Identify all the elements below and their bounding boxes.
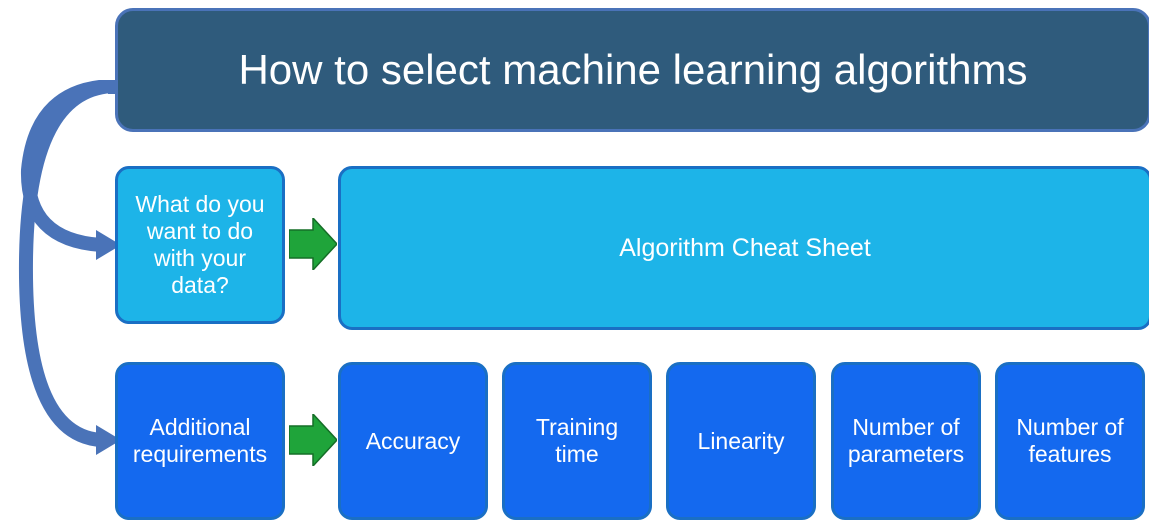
criteria-training-time: Training time — [502, 362, 652, 520]
cheat-sheet-box: Algorithm Cheat Sheet — [338, 166, 1149, 330]
question-box: What do you want to do with your data? — [115, 166, 285, 324]
criteria-parameters: Number of parameters — [831, 362, 981, 520]
criteria-accuracy: Accuracy — [338, 362, 488, 520]
question-text: What do you want to do with your data? — [126, 191, 274, 299]
additional-req-text: Additional requirements — [126, 414, 274, 468]
criteria-text: Number of parameters — [840, 414, 972, 468]
criteria-text: Training time — [511, 414, 643, 468]
green-arrow-1 — [289, 218, 337, 270]
green-arrow-2 — [289, 414, 337, 466]
curve-arrow-2 — [6, 80, 126, 460]
title-text: How to select machine learning algorithm… — [238, 46, 1027, 94]
criteria-features: Number of features — [995, 362, 1145, 520]
criteria-text: Linearity — [698, 428, 785, 455]
cheat-sheet-text: Algorithm Cheat Sheet — [619, 234, 871, 263]
criteria-linearity: Linearity — [666, 362, 816, 520]
criteria-text: Accuracy — [366, 428, 461, 455]
additional-req-box: Additional requirements — [115, 362, 285, 520]
criteria-text: Number of features — [1004, 414, 1136, 468]
title-box: How to select machine learning algorithm… — [115, 8, 1149, 132]
